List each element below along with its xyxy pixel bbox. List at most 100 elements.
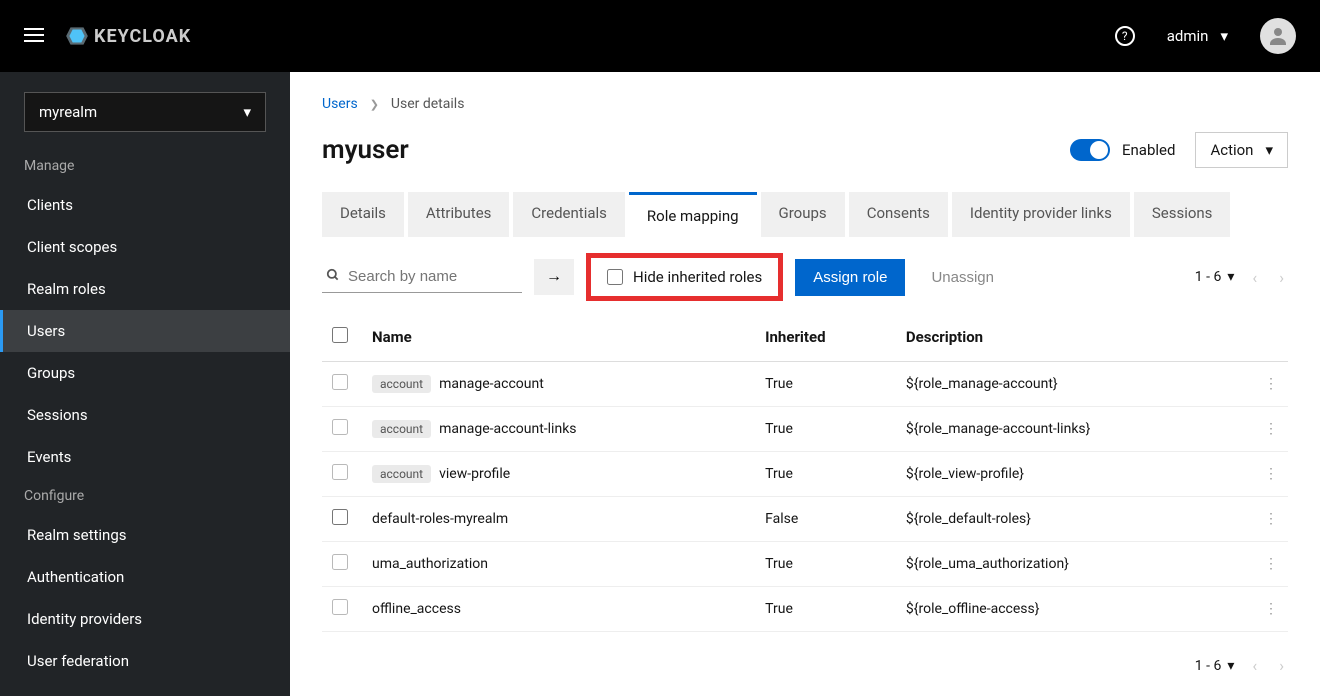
row-kebab-menu[interactable]: ⋮: [1254, 497, 1288, 542]
caret-down-icon: ▾: [1227, 658, 1234, 674]
col-inherited: Inherited: [755, 313, 896, 362]
pager-prev[interactable]: ‹: [1248, 652, 1261, 679]
bottom-pager: 1 - 6 ▾ ‹ ›: [322, 632, 1288, 696]
client-badge: account: [372, 375, 431, 393]
sidebar-item-events[interactable]: Events: [0, 436, 290, 478]
tab-identity-provider-links[interactable]: Identity provider links: [952, 192, 1130, 237]
cell-inherited: True: [755, 452, 896, 497]
page-header: myuser Enabled Action ▾: [322, 132, 1288, 168]
tab-groups[interactable]: Groups: [761, 192, 845, 237]
user-menu[interactable]: admin ▾: [1167, 27, 1228, 45]
assign-role-button[interactable]: Assign role: [795, 259, 905, 296]
caret-down-icon: ▾: [1220, 27, 1228, 45]
tab-credentials[interactable]: Credentials: [513, 192, 624, 237]
nav-section-title: Manage: [0, 148, 290, 184]
brand-text: KEYCLOAK: [94, 26, 191, 47]
topbar-right: ? admin ▾: [1115, 18, 1296, 54]
row-checkbox[interactable]: [332, 554, 348, 570]
sidebar-item-groups[interactable]: Groups: [0, 352, 290, 394]
cell-inherited: True: [755, 407, 896, 452]
search-icon: [326, 267, 340, 286]
table-row: accountview-profileTrue${role_view-profi…: [322, 452, 1288, 497]
search-submit-button[interactable]: →: [534, 259, 574, 295]
topbar: KEYCLOAK ? admin ▾: [0, 0, 1320, 72]
roles-table: Name Inherited Description accountmanage…: [322, 313, 1288, 632]
hide-inherited-label: Hide inherited roles: [633, 268, 762, 286]
sidebar-item-identity-providers[interactable]: Identity providers: [0, 598, 290, 640]
chevron-right-icon: ❯: [370, 98, 379, 111]
cell-description: ${role_default-roles}: [896, 497, 1254, 542]
sidebar-item-users[interactable]: Users: [0, 310, 290, 352]
username-label: admin: [1167, 27, 1209, 45]
pager-range: 1 - 6: [1195, 658, 1222, 674]
tab-role-mapping[interactable]: Role mapping: [629, 192, 757, 237]
select-all-checkbox[interactable]: [332, 327, 348, 343]
tabs: DetailsAttributesCredentialsRole mapping…: [322, 192, 1288, 237]
hide-inherited-highlight: Hide inherited roles: [586, 253, 783, 301]
sidebar-item-authentication[interactable]: Authentication: [0, 556, 290, 598]
sidebar-item-client-scopes[interactable]: Client scopes: [0, 226, 290, 268]
pager-range: 1 - 6: [1195, 269, 1222, 285]
cell-name: accountmanage-account: [362, 362, 755, 407]
realm-name: myrealm: [39, 103, 97, 121]
cell-name: default-roles-myrealm: [362, 497, 755, 542]
breadcrumb-current: User details: [391, 96, 465, 112]
sidebar-item-realm-roles[interactable]: Realm roles: [0, 268, 290, 310]
row-checkbox[interactable]: [332, 509, 348, 525]
cell-name: uma_authorization: [362, 542, 755, 587]
row-checkbox[interactable]: [332, 599, 348, 615]
tab-consents[interactable]: Consents: [849, 192, 948, 237]
cell-inherited: True: [755, 542, 896, 587]
sidebar: myrealm ▾ ManageClientsClient scopesReal…: [0, 72, 290, 696]
sidebar-item-clients[interactable]: Clients: [0, 184, 290, 226]
nav-section-title: Configure: [0, 478, 290, 514]
pager-range-dropdown[interactable]: 1 - 6 ▾: [1195, 658, 1235, 674]
realm-selector[interactable]: myrealm ▾: [24, 92, 266, 132]
brand-logo[interactable]: KEYCLOAK: [64, 23, 191, 49]
pager-next[interactable]: ›: [1275, 652, 1288, 679]
sidebar-item-realm-settings[interactable]: Realm settings: [0, 514, 290, 556]
table-row: uma_authorizationTrue${role_uma_authoriz…: [322, 542, 1288, 587]
pager-next[interactable]: ›: [1275, 264, 1288, 291]
cell-name: offline_access: [362, 587, 755, 632]
hide-inherited-checkbox[interactable]: [607, 269, 623, 285]
hamburger-menu[interactable]: [24, 24, 48, 48]
sidebar-item-user-federation[interactable]: User federation: [0, 640, 290, 682]
client-badge: account: [372, 465, 431, 483]
tab-details[interactable]: Details: [322, 192, 404, 237]
row-kebab-menu[interactable]: ⋮: [1254, 362, 1288, 407]
table-row: accountmanage-account-linksTrue${role_ma…: [322, 407, 1288, 452]
enabled-toggle[interactable]: [1070, 139, 1110, 161]
tab-attributes[interactable]: Attributes: [408, 192, 510, 237]
breadcrumb-users[interactable]: Users: [322, 96, 358, 112]
toolbar: → Hide inherited roles Assign role Unass…: [322, 253, 1288, 301]
cell-inherited: True: [755, 362, 896, 407]
top-pager: 1 - 6 ▾ ‹ ›: [1195, 264, 1288, 291]
row-kebab-menu[interactable]: ⋮: [1254, 587, 1288, 632]
row-kebab-menu[interactable]: ⋮: [1254, 452, 1288, 497]
cell-name: accountmanage-account-links: [362, 407, 755, 452]
cell-description: ${role_manage-account}: [896, 362, 1254, 407]
row-kebab-menu[interactable]: ⋮: [1254, 407, 1288, 452]
row-checkbox[interactable]: [332, 419, 348, 435]
unassign-button[interactable]: Unassign: [917, 259, 1008, 296]
page-title: myuser: [322, 135, 409, 165]
table-row: default-roles-myrealmFalse${role_default…: [322, 497, 1288, 542]
row-checkbox[interactable]: [332, 374, 348, 390]
avatar[interactable]: [1260, 18, 1296, 54]
search-input[interactable]: [348, 268, 547, 285]
help-icon[interactable]: ?: [1115, 26, 1135, 46]
pager-range-dropdown[interactable]: 1 - 6 ▾: [1195, 269, 1235, 285]
enabled-label: Enabled: [1122, 141, 1175, 159]
sidebar-item-sessions[interactable]: Sessions: [0, 394, 290, 436]
row-checkbox[interactable]: [332, 464, 348, 480]
cell-inherited: True: [755, 587, 896, 632]
keycloak-icon: [64, 23, 90, 49]
cell-inherited: False: [755, 497, 896, 542]
pager-prev[interactable]: ‹: [1248, 264, 1261, 291]
enabled-toggle-wrap: Enabled: [1070, 139, 1175, 161]
action-dropdown[interactable]: Action ▾: [1195, 132, 1288, 168]
tab-sessions[interactable]: Sessions: [1134, 192, 1231, 237]
row-kebab-menu[interactable]: ⋮: [1254, 542, 1288, 587]
col-description: Description: [896, 313, 1254, 362]
